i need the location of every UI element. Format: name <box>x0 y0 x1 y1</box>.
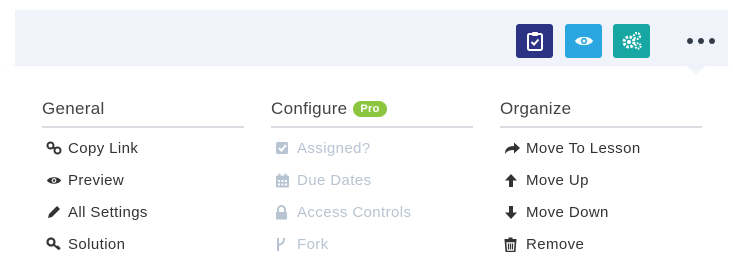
all-settings-item[interactable]: All Settings <box>42 196 244 228</box>
check-square-icon <box>275 141 297 155</box>
dropdown-menu: General Copy Link Preview All Settings S… <box>0 66 733 271</box>
organize-section: Organize Move To Lesson Move Up Move Dow… <box>500 98 702 260</box>
configure-section: Configure Pro Assigned? Due Dates Access… <box>271 98 473 260</box>
assignment-button[interactable] <box>516 24 553 58</box>
fork-label: Fork <box>297 235 329 253</box>
due-dates-item: Due Dates <box>271 164 473 196</box>
lock-icon <box>275 204 297 220</box>
fork-icon <box>275 237 297 252</box>
pencil-icon <box>46 204 68 220</box>
assigned-label: Assigned? <box>297 139 371 157</box>
configure-heading: Configure Pro <box>271 98 473 128</box>
move-up-item[interactable]: Move Up <box>500 164 702 196</box>
share-arrow-icon <box>504 141 526 155</box>
eye-icon <box>574 34 594 48</box>
link-icon <box>46 141 68 155</box>
gears-icon <box>621 31 643 51</box>
all-settings-label: All Settings <box>68 203 148 221</box>
menu-caret <box>686 66 706 74</box>
remove-item[interactable]: Remove <box>500 228 702 260</box>
general-section: General Copy Link Preview All Settings S… <box>42 98 244 260</box>
solution-label: Solution <box>68 235 126 253</box>
calendar-icon <box>275 173 297 188</box>
copy-link-item[interactable]: Copy Link <box>42 132 244 164</box>
eye-icon <box>46 175 68 186</box>
preview-label: Preview <box>68 171 125 189</box>
move-up-label: Move Up <box>526 171 589 189</box>
settings-button[interactable] <box>613 24 650 58</box>
organize-heading: Organize <box>500 98 702 128</box>
copy-link-label: Copy Link <box>68 139 139 157</box>
more-menu-button[interactable] <box>683 31 719 51</box>
general-heading: General <box>42 98 244 128</box>
move-to-lesson-item[interactable]: Move To Lesson <box>500 132 702 164</box>
clipboard-check-icon <box>526 31 544 51</box>
pro-badge: Pro <box>353 101 387 117</box>
key-icon <box>46 237 68 251</box>
ellipsis-dot <box>698 38 704 44</box>
trash-icon <box>504 237 526 252</box>
solution-item[interactable]: Solution <box>42 228 244 260</box>
configure-heading-label: Configure <box>271 99 348 118</box>
move-down-item[interactable]: Move Down <box>500 196 702 228</box>
access-controls-item: Access Controls <box>271 196 473 228</box>
due-dates-label: Due Dates <box>297 171 372 189</box>
preview-button[interactable] <box>565 24 602 58</box>
toolbar <box>15 10 728 66</box>
general-heading-label: General <box>42 99 105 118</box>
ellipsis-icon <box>687 38 693 44</box>
assigned-item: Assigned? <box>271 132 473 164</box>
arrow-down-icon <box>504 205 526 220</box>
organize-heading-label: Organize <box>500 99 572 118</box>
move-down-label: Move Down <box>526 203 609 221</box>
fork-item: Fork <box>271 228 473 260</box>
ellipsis-dot <box>709 38 715 44</box>
arrow-up-icon <box>504 173 526 188</box>
remove-label: Remove <box>526 235 585 253</box>
access-controls-label: Access Controls <box>297 203 412 221</box>
preview-item[interactable]: Preview <box>42 164 244 196</box>
move-to-lesson-label: Move To Lesson <box>526 139 641 157</box>
